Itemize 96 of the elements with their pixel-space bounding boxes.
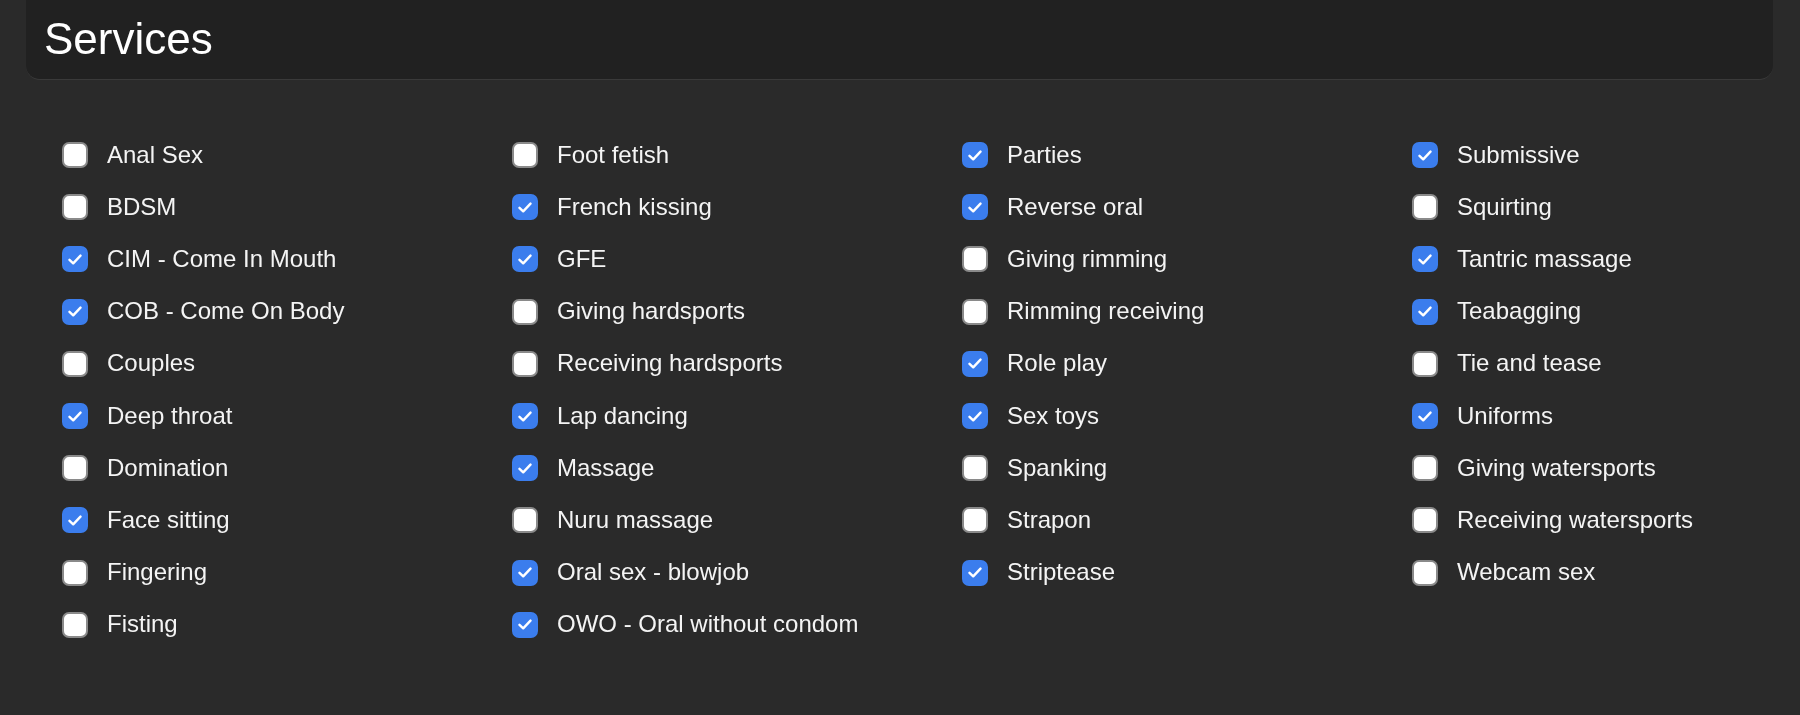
checkbox[interactable]	[1412, 194, 1438, 221]
checkbox[interactable]	[512, 455, 538, 482]
service-label: Teabagging	[1457, 297, 1582, 327]
checkbox[interactable]	[1412, 507, 1438, 534]
service-label: Anal Sex	[107, 140, 204, 170]
checkbox[interactable]	[1412, 455, 1438, 482]
checkbox[interactable]	[62, 246, 88, 273]
checkbox[interactable]	[962, 298, 988, 325]
service-label: Giving watersports	[1457, 453, 1656, 483]
service-label: Striptease	[1007, 558, 1116, 587]
checkbox[interactable]	[62, 403, 88, 430]
service-label: Tantric massage	[1457, 245, 1632, 274]
checkmark-icon	[968, 149, 982, 161]
service-label: GFE	[557, 245, 607, 274]
checkmark-icon	[1418, 306, 1432, 318]
checkbox[interactable]	[512, 194, 538, 221]
service-label: Deep throat	[107, 401, 233, 431]
checkbox[interactable]	[962, 194, 988, 221]
checkmark-icon	[1418, 253, 1432, 265]
service-label: BDSM	[107, 192, 177, 222]
service-label: Domination	[107, 453, 229, 483]
service-label: Giving hardsports	[557, 297, 746, 327]
checkmark-icon	[518, 462, 532, 474]
service-label: Lap dancing	[557, 401, 688, 431]
service-label: Rimming receiving	[1007, 297, 1205, 327]
checkbox[interactable]	[62, 350, 88, 377]
checkbox[interactable]	[962, 507, 988, 534]
service-label: Spanking	[1007, 453, 1108, 483]
service-label: Tie and tease	[1457, 349, 1602, 379]
checkbox[interactable]	[62, 194, 88, 221]
service-label: Squirting	[1457, 192, 1552, 222]
service-label: Face sitting	[107, 506, 230, 535]
service-label: OWO - Oral without condom	[557, 610, 859, 640]
service-label: Uniforms	[1457, 401, 1553, 431]
section-title: Services	[44, 15, 213, 64]
service-label: Reverse oral	[1007, 192, 1144, 222]
service-label: Couples	[107, 349, 196, 379]
checkbox[interactable]	[512, 507, 538, 534]
service-label: Massage	[557, 453, 655, 483]
checkbox[interactable]	[62, 611, 88, 638]
checkmark-icon	[68, 253, 82, 265]
checkbox[interactable]	[962, 246, 988, 273]
service-label: Receiving watersports	[1457, 506, 1694, 535]
checkbox[interactable]	[1412, 403, 1438, 430]
checkmark-icon	[68, 514, 82, 526]
checkmark-icon	[68, 410, 82, 422]
checkmark-icon	[68, 306, 82, 318]
checkbox[interactable]	[1412, 142, 1438, 169]
checkmark-icon	[1418, 149, 1432, 161]
checkmark-icon	[518, 201, 532, 213]
service-label: Fingering	[107, 558, 208, 587]
checkmark-icon	[518, 619, 532, 631]
checkbox[interactable]	[1412, 246, 1438, 273]
checkbox[interactable]	[1412, 350, 1438, 377]
checkbox[interactable]	[962, 350, 988, 377]
checkbox[interactable]	[1412, 559, 1438, 586]
service-label: CIM - Come In Mouth	[107, 245, 337, 274]
service-label: Foot fetish	[557, 140, 670, 170]
checkmark-icon	[968, 201, 982, 213]
checkbox[interactable]	[962, 559, 988, 586]
checkmark-icon	[518, 253, 532, 265]
checkbox[interactable]	[962, 455, 988, 482]
checkbox[interactable]	[62, 142, 88, 169]
checkmark-icon	[518, 567, 532, 579]
service-label: COB - Come On Body	[107, 297, 345, 327]
checkbox[interactable]	[62, 455, 88, 482]
checkbox[interactable]	[512, 142, 538, 169]
checkbox[interactable]	[962, 142, 988, 169]
checkbox[interactable]	[1412, 298, 1438, 325]
checkmark-icon	[968, 567, 982, 579]
service-label: Nuru massage	[557, 506, 714, 535]
service-label: Sex toys	[1007, 401, 1100, 431]
checkbox[interactable]	[512, 246, 538, 273]
service-label: Strapon	[1007, 506, 1092, 535]
checkbox[interactable]	[62, 559, 88, 586]
service-label: Receiving hardsports	[557, 349, 783, 379]
checkmark-icon	[518, 410, 532, 422]
service-label: Fisting	[107, 610, 178, 640]
checkbox[interactable]	[512, 403, 538, 430]
checkbox[interactable]	[512, 350, 538, 377]
checkmark-icon	[968, 358, 982, 370]
service-label: Parties	[1007, 140, 1082, 170]
service-label: Submissive	[1457, 140, 1580, 170]
checkbox[interactable]	[512, 298, 538, 325]
checkbox[interactable]	[62, 507, 88, 534]
service-label: Webcam sex	[1457, 558, 1596, 587]
checkmark-icon	[968, 410, 982, 422]
checkbox[interactable]	[512, 611, 538, 638]
checkmark-icon	[1418, 410, 1432, 422]
checkbox[interactable]	[512, 559, 538, 586]
checkbox[interactable]	[62, 298, 88, 325]
service-label: French kissing	[557, 192, 712, 222]
checkbox[interactable]	[962, 403, 988, 430]
service-label: Giving rimming	[1007, 245, 1168, 274]
service-label: Oral sex - blowjob	[557, 558, 750, 587]
service-label: Role play	[1007, 349, 1108, 379]
